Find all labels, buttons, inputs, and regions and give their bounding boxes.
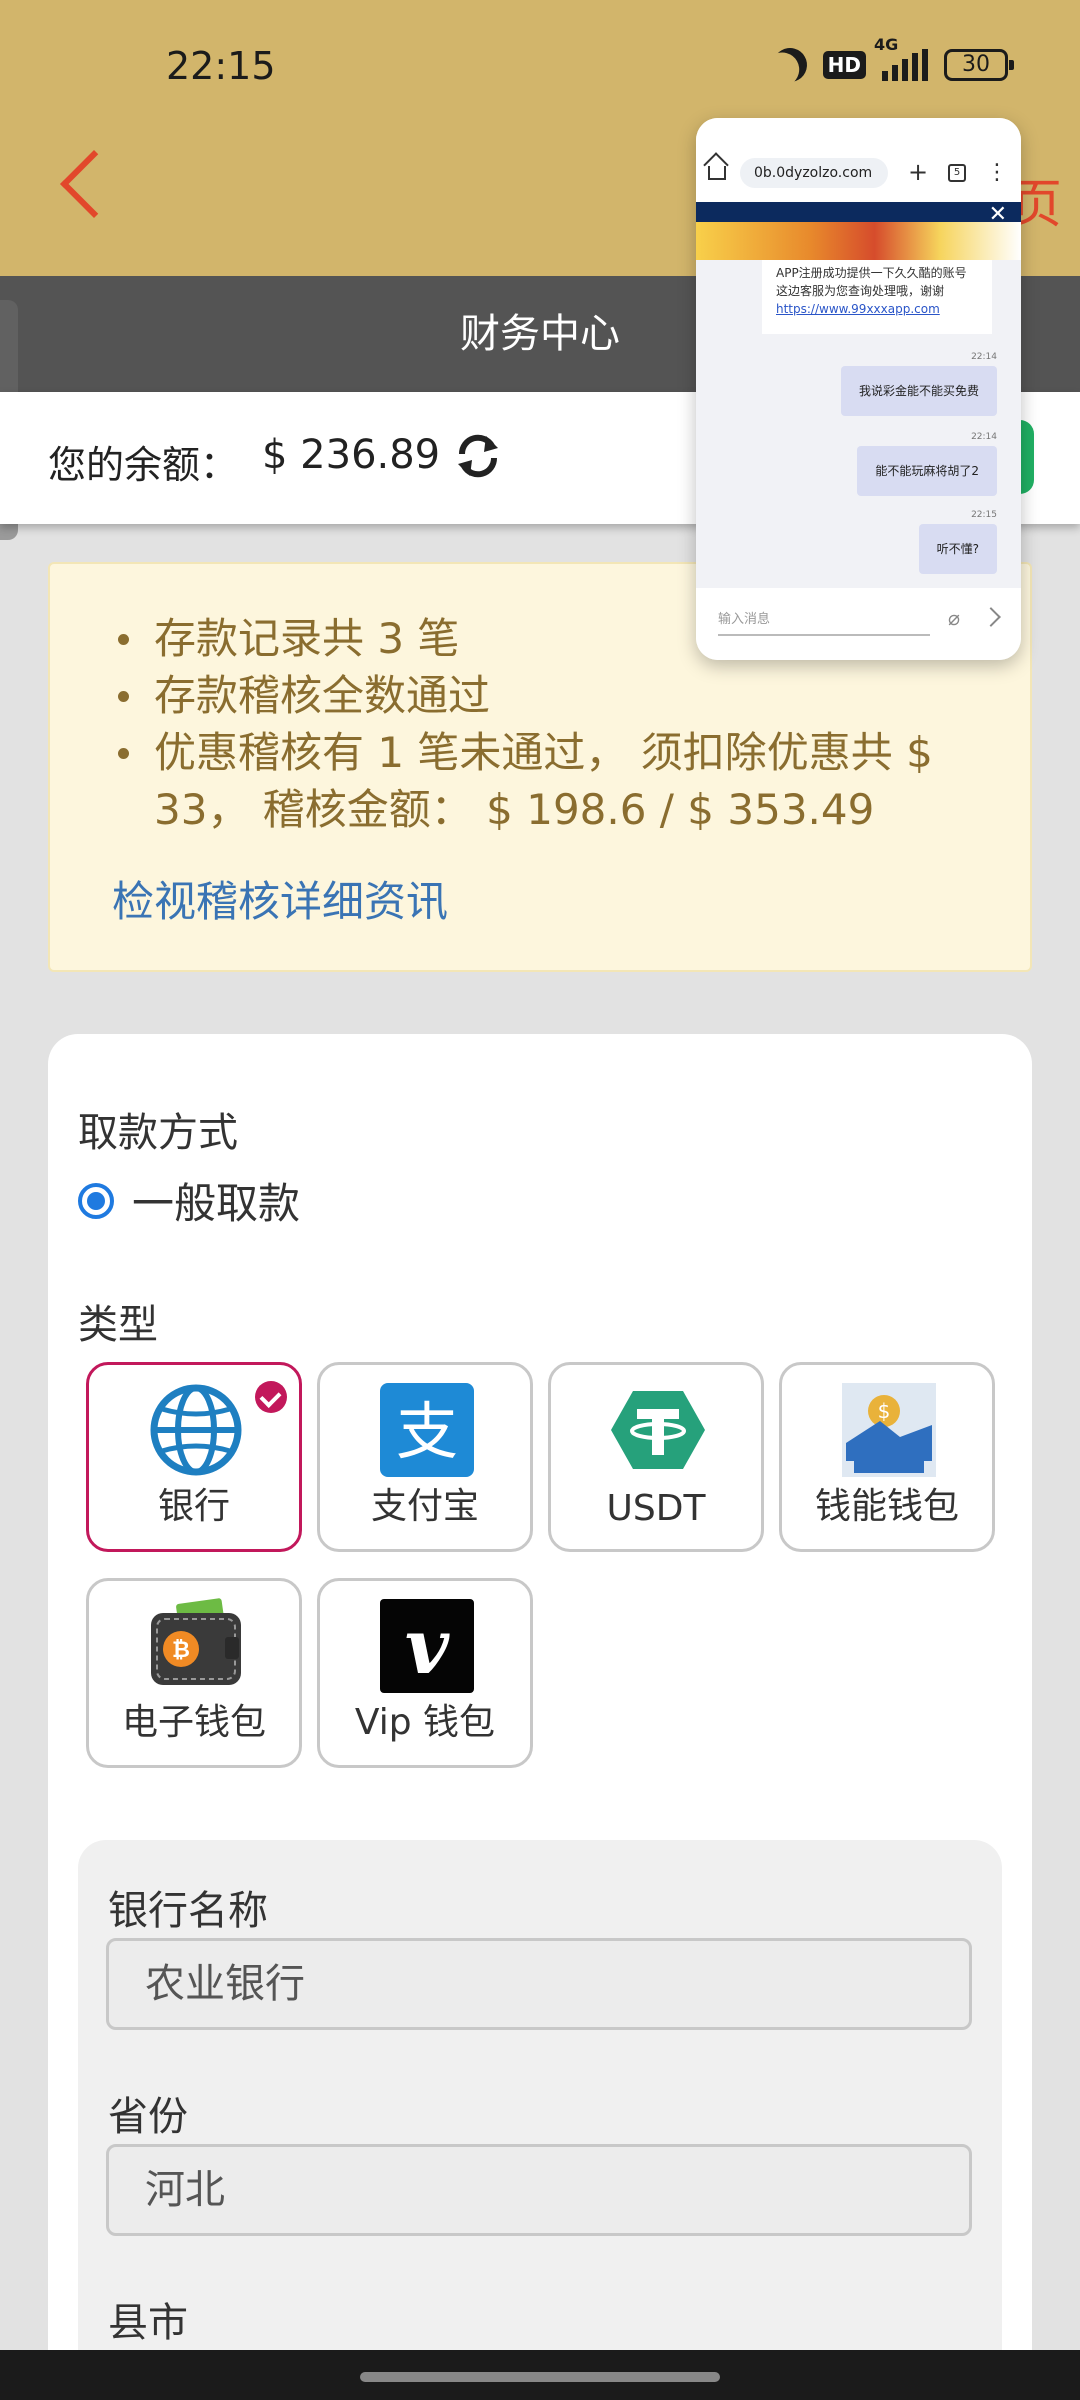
more-menu-icon[interactable]: ⋮ <box>986 160 1008 185</box>
type-label: 钱能钱包 <box>814 1486 959 1527</box>
new-tab-icon[interactable]: + <box>908 158 928 186</box>
back-arrow-icon[interactable] <box>60 150 128 218</box>
svg-text:v: v <box>405 1602 450 1691</box>
type-tile-qianneng-wallet[interactable]: $ 钱能钱包 <box>779 1362 995 1552</box>
battery-icon: 30 <box>944 49 1014 81</box>
home-icon[interactable] <box>708 166 726 180</box>
type-tile-usdt[interactable]: USDT <box>548 1362 764 1552</box>
balance-amount: $ 236.89 <box>262 432 441 478</box>
agent-message: APP注册成功提供一下久久酷的账号这边客服为您查询处理哦，谢谢 https://… <box>762 260 992 334</box>
hd-icon: HD <box>822 51 866 79</box>
type-tile-bank[interactable]: 银行 <box>86 1362 302 1552</box>
type-label: USDT <box>606 1488 706 1529</box>
selected-check-icon <box>255 1381 287 1413</box>
type-label: 银行 <box>157 1486 230 1527</box>
browser-bar: 0b.0dyzolzo.com + 5 ⋮ <box>696 118 1021 202</box>
notice-item: 优惠稽核有 1 笔未通过， 须扣除优惠共 $ 33， 稽核金额： $ 198.6… <box>118 724 1008 838</box>
alipay-icon: 支 <box>380 1383 474 1477</box>
type-title: 类型 <box>78 1302 158 1348</box>
chat-input[interactable]: 输入消息 <box>718 608 770 627</box>
do-not-disturb-icon <box>766 42 812 88</box>
user-message: 能不能玩麻将胡了2 <box>857 446 997 496</box>
user-message: 我说彩金能不能买免费 <box>840 366 997 416</box>
globe-icon <box>150 1384 242 1476</box>
withdraw-method-label: 一般取款 <box>132 1179 301 1228</box>
type-tile-vip-wallet[interactable]: v Vip 钱包 <box>317 1578 533 1768</box>
type-tile-e-wallet[interactable]: ₿ 电子钱包 <box>86 1578 302 1768</box>
message-time: 22:14 <box>971 352 997 362</box>
province-field[interactable]: 河北 <box>106 2144 972 2236</box>
balance-label: 您的余额： <box>48 443 239 487</box>
audit-detail-link[interactable]: 检视稽核详细资讯 <box>112 868 448 929</box>
tabs-icon[interactable]: 5 <box>948 164 966 182</box>
ad-banner[interactable]: ✕ <box>696 202 1021 260</box>
signal-icon: 4G <box>874 35 928 81</box>
refresh-icon[interactable] <box>452 430 504 482</box>
bank-name-label: 银行名称 <box>108 1888 268 1934</box>
type-label: Vip 钱包 <box>354 1702 496 1743</box>
bitcoin-wallet-icon: ₿ <box>151 1598 241 1685</box>
radio-selected-icon[interactable] <box>78 1182 114 1219</box>
floating-chat-window[interactable]: 0b.0dyzolzo.com + 5 ⋮ ✕ APP注册成功提供一下久久酷的账… <box>696 118 1021 660</box>
system-nav-bar <box>0 2350 1080 2400</box>
withdraw-method-title: 取款方式 <box>78 1110 238 1156</box>
type-label: 支付宝 <box>370 1486 479 1527</box>
chat-input-bar: 输入消息 ⌀ <box>696 588 1021 660</box>
province-label: 省份 <box>108 2094 188 2140</box>
city-label: 县市 <box>108 2300 188 2346</box>
svg-text:₿: ₿ <box>172 1638 190 1663</box>
status-time: 22:15 <box>166 44 276 88</box>
user-message: 听不懂? <box>918 524 997 574</box>
status-icons: HD 4G 30 <box>773 35 1014 82</box>
message-link[interactable]: https://www.99xxxapp.com <box>776 300 978 318</box>
send-icon[interactable] <box>981 607 1001 627</box>
chat-messages: APP注册成功提供一下久久酷的账号这边客服为您查询处理哦，谢谢 https://… <box>696 260 1021 588</box>
message-time: 22:15 <box>971 510 997 520</box>
url-bar[interactable]: 0b.0dyzolzo.com <box>740 158 888 188</box>
tether-icon <box>611 1391 705 1469</box>
bank-name-field[interactable]: 农业银行 <box>106 1938 972 2030</box>
withdraw-method-option[interactable]: 一般取款 <box>78 1170 300 1231</box>
type-label: 电子钱包 <box>121 1702 266 1743</box>
wallet-app-icon: $ <box>842 1383 936 1477</box>
notice-item: 存款稽核全数通过 <box>118 667 1008 724</box>
vip-v-icon: v <box>380 1599 474 1693</box>
withdraw-card: 取款方式 一般取款 类型 银行 支 支付宝 USDT $ 钱能钱包 ₿ 电子钱包… <box>48 1034 1032 2400</box>
message-time: 22:14 <box>971 432 997 442</box>
type-tile-alipay[interactable]: 支 支付宝 <box>317 1362 533 1552</box>
attach-icon[interactable]: ⌀ <box>948 606 960 630</box>
input-underline <box>718 634 930 636</box>
bank-form: 银行名称 农业银行 省份 河北 县市 <box>78 1840 1002 2400</box>
svg-text:$: $ <box>878 1399 891 1423</box>
home-gesture-bar[interactable] <box>360 2372 720 2382</box>
close-icon[interactable]: ✕ <box>989 202 1007 227</box>
banner-image <box>696 222 1021 260</box>
svg-text:支: 支 <box>396 1395 458 1468</box>
